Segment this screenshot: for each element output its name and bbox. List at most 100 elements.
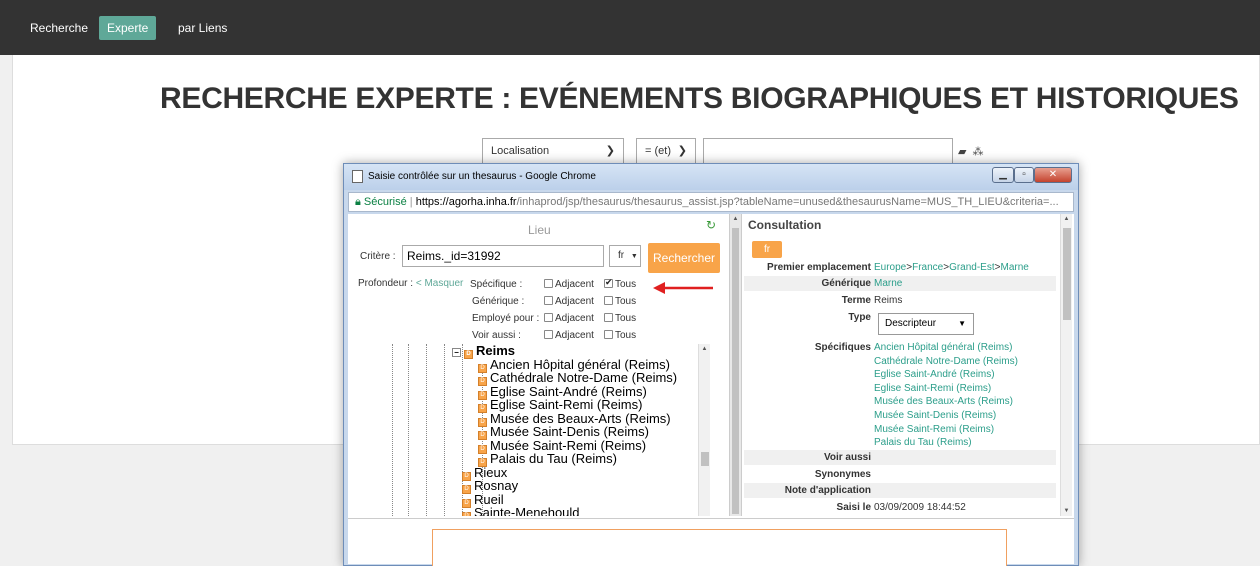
- popup-body: Lieu ↻ Critère : Reims._id=31992 fr ▼ Re…: [348, 214, 1074, 566]
- row-generique: Générique Marne: [744, 276, 1056, 291]
- lieu-title: Lieu: [528, 223, 551, 237]
- lang-select[interactable]: fr ▼: [609, 245, 641, 267]
- tree-guide: [392, 344, 393, 516]
- critere-label: Critère :: [360, 251, 396, 262]
- adjacent-checkbox[interactable]: [544, 330, 553, 339]
- lieu-pane: Lieu ↻ Critère : Reims._id=31992 fr ▼ Re…: [348, 214, 728, 516]
- close-button[interactable]: ✕: [1034, 167, 1072, 183]
- row-note: Note d'application: [744, 483, 1056, 498]
- specifique-link[interactable]: Eglise Saint-Remi (Reims): [874, 382, 1018, 396]
- consultation-pane: Consultation fr Premier emplacement Euro…: [744, 214, 1074, 516]
- depth-voir-adjacent: Adjacent: [544, 330, 594, 341]
- tous-checkbox[interactable]: [604, 277, 613, 288]
- specifique-link[interactable]: Eglise Saint-André (Reims): [874, 368, 1018, 382]
- row-terme: Terme Reims: [841, 295, 903, 306]
- popup-title: Saisie contrôlée sur un thesaurus - Goog…: [368, 171, 596, 182]
- nav-recherche[interactable]: Recherche: [22, 16, 96, 40]
- top-nav: Recherche Experte par Liens: [0, 0, 1260, 55]
- tree-scrollbar[interactable]: ▲: [698, 344, 710, 516]
- url-bar[interactable]: 🔒︎ Sécurisé | https://agorha.inha.fr/inh…: [348, 192, 1074, 212]
- chevron-down-icon: ❯: [677, 145, 687, 157]
- depth-specifique-label: Spécifique :: [470, 279, 523, 290]
- bottom-area: [348, 518, 1074, 566]
- scroll-thumb[interactable]: [1063, 228, 1071, 320]
- tree-guide: [444, 344, 445, 516]
- page-icon: [352, 170, 363, 183]
- popup-titlebar[interactable]: Saisie contrôlée sur un thesaurus - Goog…: [344, 164, 1078, 190]
- scroll-thumb[interactable]: [732, 228, 739, 514]
- url-separator: |: [409, 196, 413, 208]
- scroll-up-icon[interactable]: ▲: [730, 216, 741, 222]
- path-link[interactable]: France: [912, 262, 943, 273]
- nav-experte[interactable]: Experte: [99, 16, 157, 40]
- rechercher-button[interactable]: Rechercher: [648, 243, 720, 273]
- tree-guide: [408, 344, 409, 516]
- path-link[interactable]: Grand-Est: [949, 262, 995, 273]
- path-link[interactable]: Marne: [1000, 262, 1028, 273]
- secure-label: Sécurisé: [363, 196, 407, 208]
- specifique-link[interactable]: Cathédrale Notre-Dame (Reims): [874, 355, 1018, 369]
- specifique-link[interactable]: Musée des Beaux-Arts (Reims): [874, 395, 1018, 409]
- profondeur-text: Profondeur :: [358, 278, 414, 289]
- term-icon: D: [462, 512, 471, 516]
- nav-par-liens[interactable]: par Liens: [170, 16, 235, 40]
- scroll-thumb[interactable]: [701, 452, 709, 466]
- depth-employe-label: Employé pour :: [472, 313, 540, 324]
- specifique-link[interactable]: Palais du Tau (Reims): [874, 436, 1018, 450]
- value-input[interactable]: [703, 138, 953, 164]
- depth-voir-tous: Tous: [604, 330, 636, 341]
- tous-checkbox[interactable]: [604, 313, 613, 322]
- profondeur-label: Profondeur : < Masquer: [358, 278, 463, 289]
- lock-icon: 🔒︎: [355, 196, 361, 208]
- term-icon: D: [464, 350, 473, 359]
- collapse-icon[interactable]: −: [452, 348, 461, 357]
- depth-voir-label: Voir aussi :: [472, 330, 521, 341]
- tous-checkbox[interactable]: [604, 330, 613, 339]
- annotation-arrow-icon: [653, 282, 713, 294]
- scroll-down-icon[interactable]: ▼: [1061, 508, 1072, 514]
- thesaurus-tree: − D Reims D Ancien Hôpital général (Reims) …: [392, 344, 712, 516]
- url-path: /inhaprod/jsp/thesaurus/thesaurus_assist…: [516, 196, 1059, 208]
- scroll-up-icon[interactable]: ▲: [1061, 216, 1072, 222]
- row-synonymes: Synonymes: [814, 469, 871, 480]
- refresh-icon[interactable]: ↻: [706, 218, 716, 232]
- specifique-link[interactable]: Musée Saint-Remi (Reims): [874, 423, 1018, 437]
- path-link[interactable]: Europe: [874, 262, 906, 273]
- minimize-button[interactable]: ▁: [992, 167, 1014, 183]
- chevron-down-icon: ❯: [605, 145, 615, 157]
- depth-employe-adjacent: Adjacent: [544, 313, 594, 324]
- field-select-value: Localisation: [491, 145, 550, 157]
- field-select[interactable]: Localisation ❯: [482, 138, 624, 164]
- depth-specifique-adjacent: Adjacent: [544, 279, 594, 290]
- masquer-link[interactable]: < Masquer: [416, 278, 464, 289]
- depth-generique-tous: Tous: [604, 296, 636, 307]
- consultation-scrollbar[interactable]: ▲ ▼: [1060, 214, 1072, 516]
- scroll-up-icon[interactable]: ▲: [699, 346, 710, 352]
- generique-link[interactable]: Marne: [874, 276, 902, 291]
- result-textarea[interactable]: [432, 529, 1007, 566]
- book-icon[interactable]: ▰: [958, 146, 966, 158]
- type-select[interactable]: Descripteur ▼: [878, 313, 974, 335]
- operator-select[interactable]: = (et) ❯: [636, 138, 696, 164]
- url-host: https://agorha.inha.fr: [415, 196, 517, 208]
- depth-employe-tous: Tous: [604, 313, 636, 324]
- lang-tab-fr[interactable]: fr: [752, 241, 782, 258]
- depth-generique-label: Générique :: [472, 296, 525, 307]
- maximize-button[interactable]: ▫: [1014, 167, 1034, 183]
- caret-down-icon: ▼: [630, 253, 638, 260]
- adjacent-checkbox[interactable]: [544, 313, 553, 322]
- specifiques-list: Ancien Hôpital général (Reims) Cathédral…: [874, 341, 1018, 450]
- critere-input[interactable]: Reims._id=31992: [402, 245, 604, 267]
- adjacent-checkbox[interactable]: [544, 279, 553, 288]
- caret-down-icon: ▼: [958, 319, 966, 328]
- pane-divider-scrollbar[interactable]: ▲: [729, 214, 742, 516]
- adjacent-checkbox[interactable]: [544, 296, 553, 305]
- specifique-link[interactable]: Musée Saint-Denis (Reims): [874, 409, 1018, 423]
- tous-checkbox[interactable]: [604, 296, 613, 305]
- tree-guide: [426, 344, 427, 516]
- toolbar-icons: ▰ ⁂: [958, 145, 984, 158]
- hierarchy-icon[interactable]: ⁂: [973, 146, 984, 158]
- specifique-link[interactable]: Ancien Hôpital général (Reims): [874, 341, 1018, 355]
- page-title: RECHERCHE EXPERTE : EVÉNEMENTS BIOGRAPHI…: [160, 82, 1239, 115]
- tree-node-sibling[interactable]: D Sainte-Menehould: [462, 506, 580, 516]
